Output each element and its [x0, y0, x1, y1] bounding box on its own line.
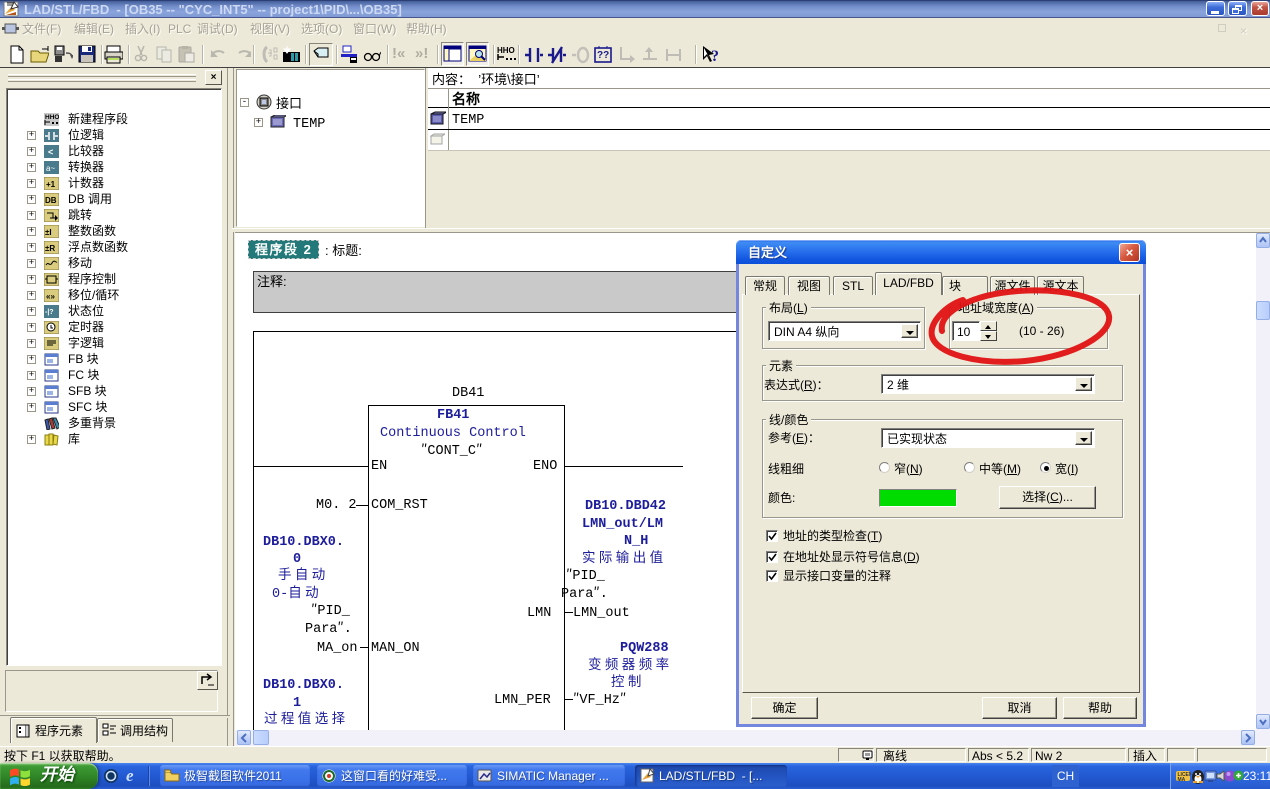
svg-text:±I: ±I	[45, 228, 52, 237]
svg-text:MA: MA	[1178, 777, 1186, 783]
svg-text:-|?: -|?	[45, 309, 54, 316]
svg-text:<: <	[48, 147, 53, 157]
svg-text:HHO: HHO	[45, 114, 59, 121]
svg-text:±R: ±R	[45, 244, 55, 253]
svg-text:+1: +1	[46, 180, 56, 189]
svg-text:a~: a~	[46, 164, 55, 173]
svg-text:?: ?	[711, 48, 719, 64]
svg-text:??: ??	[597, 50, 609, 61]
svg-text:«»: «»	[46, 292, 55, 301]
svg-text:DB: DB	[45, 196, 57, 205]
svg-text:HHO: HHO	[497, 46, 515, 55]
